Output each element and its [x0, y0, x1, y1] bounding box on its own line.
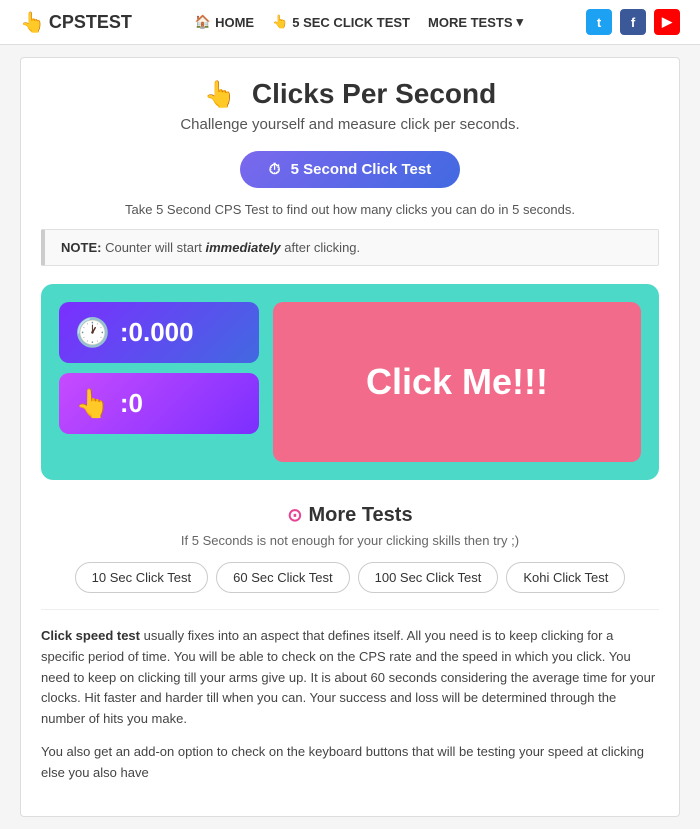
timer-icon: ⏱ — [269, 161, 281, 178]
logo-icon: 👆 — [20, 10, 45, 35]
article-text: Click speed test usually fixes into an a… — [41, 626, 659, 784]
logo-text: CPSTEST — [49, 12, 132, 33]
note-label: NOTE: — [61, 240, 101, 255]
test-kohi-label: Kohi Click Test — [523, 570, 608, 585]
clock-icon: 🕐 — [75, 316, 110, 349]
more-tests-title: ⊙ More Tests — [41, 504, 659, 527]
more-tests-icon: ⊙ — [287, 505, 302, 526]
main-content: 👆 Clicks Per Second Challenge yourself a… — [20, 57, 680, 817]
nav-click-test-label: 5 SEC CLICK TEST — [292, 15, 410, 30]
note-text: Counter will start — [105, 240, 205, 255]
page-title: 👆 Clicks Per Second — [41, 78, 659, 110]
test-description: Take 5 Second CPS Test to find out how m… — [41, 202, 659, 217]
click-count-display: :0 — [120, 388, 143, 419]
cta-button-label: 5 Second Click Test — [291, 161, 432, 178]
article-para-2: You also get an add-on option to check o… — [41, 742, 659, 784]
click-count-panel: 👆 :0 — [59, 373, 259, 434]
test-60sec-label: 60 Sec Click Test — [233, 570, 332, 585]
test-100sec-label: 100 Sec Click Test — [375, 570, 482, 585]
home-icon: 🏠 — [195, 14, 211, 30]
note-immediately: immediately — [206, 240, 281, 255]
page-subtitle: Challenge yourself and measure click per… — [41, 116, 659, 133]
nav-links: 🏠 HOME 👆 5 SEC CLICK TEST MORE TESTS ▾ — [195, 14, 523, 30]
left-panels: 🕐 :0.000 👆 :0 — [59, 302, 259, 462]
note-box: NOTE: Counter will start immediately aft… — [41, 229, 659, 266]
nav-home-label: HOME — [215, 15, 254, 30]
test-60sec[interactable]: 60 Sec Click Test — [216, 562, 349, 593]
timer-display: :0.000 — [120, 317, 194, 348]
nav-social: t f ▶ — [586, 9, 680, 35]
click-area: 🕐 :0.000 👆 :0 Click Me!!! — [41, 284, 659, 480]
test-10sec[interactable]: 10 Sec Click Test — [75, 562, 208, 593]
title-hand-icon: 👆 — [204, 79, 236, 109]
hand-click-icon: 👆 — [75, 387, 110, 420]
click-icon: 👆 — [272, 14, 288, 30]
more-tests-heading: More Tests — [308, 504, 412, 527]
nav-more-tests-label: MORE TESTS — [428, 15, 513, 30]
more-tests-subtitle: If 5 Seconds is not enough for your clic… — [41, 533, 659, 548]
article-para-1: Click speed test usually fixes into an a… — [41, 626, 659, 730]
facebook-icon[interactable]: f — [620, 9, 646, 35]
logo[interactable]: 👆 CPSTEST — [20, 10, 132, 35]
navbar: 👆 CPSTEST 🏠 HOME 👆 5 SEC CLICK TEST MORE… — [0, 0, 700, 45]
click-me-label: Click Me!!! — [366, 361, 548, 403]
cta-button[interactable]: ⏱ 5 Second Click Test — [240, 151, 460, 188]
nav-click-test[interactable]: 👆 5 SEC CLICK TEST — [272, 14, 410, 30]
test-buttons: 10 Sec Click Test 60 Sec Click Test 100 … — [41, 562, 659, 593]
chevron-down-icon: ▾ — [517, 14, 524, 30]
note-suffix: after clicking. — [284, 240, 360, 255]
test-kohi[interactable]: Kohi Click Test — [506, 562, 625, 593]
divider — [41, 609, 659, 610]
click-me-button[interactable]: Click Me!!! — [273, 302, 641, 462]
nav-home[interactable]: 🏠 HOME — [195, 14, 254, 30]
test-10sec-label: 10 Sec Click Test — [92, 570, 191, 585]
more-tests-section: ⊙ More Tests If 5 Seconds is not enough … — [41, 504, 659, 593]
test-100sec[interactable]: 100 Sec Click Test — [358, 562, 499, 593]
twitter-icon[interactable]: t — [586, 9, 612, 35]
timer-panel: 🕐 :0.000 — [59, 302, 259, 363]
nav-more-tests[interactable]: MORE TESTS ▾ — [428, 14, 523, 30]
youtube-icon[interactable]: ▶ — [654, 9, 680, 35]
